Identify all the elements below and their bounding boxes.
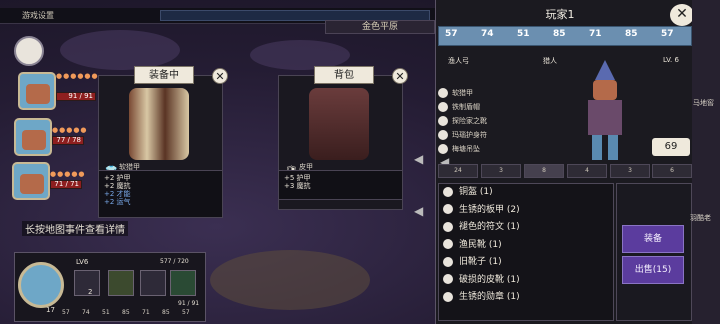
bottom-stat: 85 xyxy=(162,309,170,316)
stat-line: +2 魔抗 xyxy=(104,182,131,190)
equipment-slot[interactable]: 探险家之靴 xyxy=(438,114,548,128)
bottom-stat: 85 xyxy=(122,309,130,316)
pips-3: ●●●●● xyxy=(50,170,86,178)
tab-weapons[interactable]: 3 xyxy=(481,164,521,178)
equip-button[interactable]: 装备 xyxy=(622,225,684,253)
list-item[interactable]: 生锈的板甲 (2) xyxy=(439,202,613,220)
backpack-stats: +5 护甲 +3 魔抗 xyxy=(278,170,403,200)
stat-line: +2 运气 xyxy=(104,198,131,206)
pips-2: ●●●●● xyxy=(52,126,88,134)
level-label: LV6 xyxy=(76,258,89,266)
side-label-upper: 马地窖 xyxy=(693,99,714,107)
class-left: 渔人弓 xyxy=(448,57,469,65)
party-hp-2: 77 / 78 xyxy=(52,136,84,145)
ability-slot-2[interactable] xyxy=(108,270,134,296)
ability-slot-3[interactable] xyxy=(140,270,166,296)
class-right: 猎人 xyxy=(543,57,557,65)
backpack-header: 背包 xyxy=(314,66,374,84)
stat-line: +5 护甲 xyxy=(284,174,311,182)
map-hint: 长按地图事件查看详情 xyxy=(22,221,128,236)
side-label-lower: 羽酷老 xyxy=(690,214,711,222)
bottom-stat: 51 xyxy=(102,309,110,316)
token-count: 17 xyxy=(46,306,55,314)
left-arrow-icon[interactable]: ◀ xyxy=(414,204,423,218)
bottom-stat: 74 xyxy=(82,309,90,316)
player-level: LV. 6 xyxy=(663,56,679,64)
list-item[interactable]: 破损的皮靴 (1) xyxy=(439,272,613,290)
list-item[interactable]: 铜盔 (1) xyxy=(439,184,613,202)
ability-slot-4[interactable] xyxy=(170,270,196,296)
stat-line: +3 魔抗 xyxy=(284,182,311,190)
party-portrait-2[interactable] xyxy=(14,118,52,156)
stat-value: 85 xyxy=(553,29,566,39)
bottom-stat: 57 xyxy=(182,309,190,316)
equipped-stats: +2 护甲 +2 魔抗 +2 才能 +2 运气 xyxy=(98,170,223,218)
tab-misc[interactable]: 6 xyxy=(652,164,692,178)
tab-all[interactable]: 24 xyxy=(438,164,478,178)
equipped-header: 装备中 xyxy=(134,66,194,84)
slot-count: 2 xyxy=(88,288,93,296)
xp-label: 577 / 720 xyxy=(160,258,189,265)
inventory-list: 铜盔 (1) 生锈的板甲 (2) 褪色的符文 (1) 渔民靴 (1) 旧靴子 (… xyxy=(438,183,614,321)
player-stat-bar: 57 74 51 85 71 85 57 xyxy=(438,26,692,46)
bottom-portrait[interactable] xyxy=(18,262,64,308)
game-settings-label[interactable]: 游戏设置 xyxy=(22,10,54,21)
stat-line: +2 护甲 xyxy=(104,174,131,182)
region-name: 金色平原 xyxy=(325,20,435,34)
sell-button[interactable]: 出售(15) xyxy=(622,256,684,284)
list-item[interactable]: 生锈的勋章 (1) xyxy=(439,289,613,307)
left-arrow-icon[interactable]: ◀ xyxy=(414,152,423,166)
equipment-list: 软猎甲 铁制盾帽 探险家之靴 玛瑙护身符 梅塘吊坠 xyxy=(438,86,548,156)
party-icon[interactable] xyxy=(14,36,44,66)
party-portrait-3[interactable] xyxy=(12,162,50,200)
party-hp-3: 71 / 71 xyxy=(50,180,82,189)
tab-trinkets[interactable]: 3 xyxy=(610,164,650,178)
tab-boots[interactable]: 4 xyxy=(567,164,607,178)
list-item[interactable]: 渔民靴 (1) xyxy=(439,237,613,255)
equipment-slot[interactable]: 铁制盾帽 xyxy=(438,100,548,114)
hero-figure xyxy=(580,60,630,160)
stat-value: 74 xyxy=(481,29,494,39)
tab-armor[interactable]: 8 xyxy=(524,164,564,178)
backpack-armor-image xyxy=(309,88,369,160)
player-title: 玩家1 xyxy=(545,8,575,21)
bottom-stat: 71 xyxy=(142,309,150,316)
stat-value: 57 xyxy=(445,29,458,39)
close-sheet-button[interactable]: ✕ xyxy=(670,4,694,26)
stat-value: 57 xyxy=(661,29,674,39)
stat-value: 51 xyxy=(517,29,530,39)
class-bar: 渔人弓 猎人 LV. 6 xyxy=(438,56,692,68)
party-portrait-1[interactable] xyxy=(18,72,56,110)
list-item[interactable]: 旧靴子 (1) xyxy=(439,254,613,272)
equipped-armor-image xyxy=(129,88,189,160)
ability-slot-1[interactable] xyxy=(74,270,100,296)
equipment-slot[interactable]: 玛瑙护身符 xyxy=(438,128,548,142)
close-backpack-button[interactable]: ✕ xyxy=(392,68,408,84)
side-strip xyxy=(692,0,720,324)
equipment-slot[interactable]: 软猎甲 xyxy=(438,86,548,100)
list-item[interactable]: 褪色的符文 (1) xyxy=(439,219,613,237)
bottom-hp: 91 / 91 xyxy=(178,300,200,307)
stat-value: 85 xyxy=(625,29,638,39)
stat-line: +2 才能 xyxy=(104,190,131,198)
pips-1: ●●●●●● xyxy=(56,72,99,80)
party-hp-1: 91 / 91 xyxy=(56,92,96,101)
inventory-tabs: 24 3 8 4 3 6 xyxy=(438,164,692,178)
stat-value: 71 xyxy=(589,29,602,39)
close-equipped-button[interactable]: ✕ xyxy=(212,68,228,84)
equipment-slot[interactable]: 梅塘吊坠 xyxy=(438,142,548,156)
bottom-stat: 57 xyxy=(62,309,70,316)
carry-weight: 69 xyxy=(652,138,690,156)
